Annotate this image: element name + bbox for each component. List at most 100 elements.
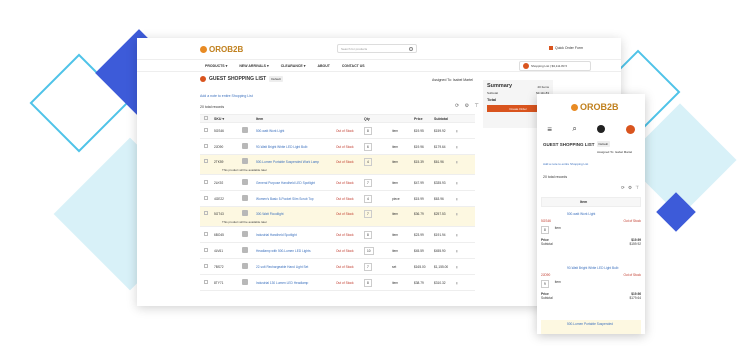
product-thumbnail[interactable] (242, 195, 256, 202)
unit-select[interactable]: piece (392, 197, 414, 201)
cart-icon[interactable] (625, 124, 635, 134)
unit-select[interactable]: item (392, 281, 414, 285)
row-checkbox[interactable] (200, 248, 214, 253)
product-thumbnail[interactable] (242, 210, 256, 217)
product-thumbnail[interactable] (242, 158, 256, 165)
add-note-link[interactable]: Add a note to entire Shopping List (200, 94, 253, 98)
delete-icon[interactable]: ▮ (456, 281, 468, 285)
mobile-logo[interactable]: OROB2B (571, 102, 619, 112)
search-icon[interactable]: ⌕ (572, 124, 576, 134)
product-thumbnail[interactable] (242, 279, 256, 286)
col-subtotal[interactable]: Subtotal (434, 117, 456, 121)
qty-field[interactable]: 4 (364, 194, 392, 203)
mobile-add-note-link[interactable]: Add a note to entire Shopping List (543, 162, 588, 166)
unit-select[interactable]: set (392, 265, 414, 269)
product-thumbnail[interactable] (242, 179, 256, 186)
item-link[interactable]: 300-Watt Floodlight (256, 212, 336, 216)
product-thumbnail[interactable] (242, 127, 256, 134)
qty-input[interactable]: 7 (364, 209, 372, 218)
item-link[interactable]: 500-watt Work Light (256, 129, 336, 133)
product-thumbnail[interactable] (242, 263, 256, 270)
unit-select[interactable]: item (392, 249, 414, 253)
row-checkbox[interactable] (200, 196, 214, 201)
delete-icon[interactable]: ▮ (456, 233, 468, 237)
search-icon[interactable] (409, 47, 413, 51)
item-link[interactable]: Headlamp with 500-Lumen LED Lights (256, 249, 336, 253)
col-item[interactable]: Item (256, 117, 336, 121)
quick-order-link[interactable]: Quick Order Form (548, 46, 583, 50)
logo[interactable]: OROB2B (200, 45, 243, 54)
qty-field[interactable]: 8 (364, 230, 392, 239)
row-checkbox[interactable] (200, 280, 214, 285)
row-checkbox[interactable] (200, 144, 214, 149)
row-checkbox[interactable] (200, 211, 214, 216)
delete-icon[interactable]: ▮ (456, 145, 468, 149)
qty-input[interactable]: 10 (364, 246, 374, 255)
mobile-grid-toolbar-icons[interactable]: ⟳ ⚙ ⊤ (621, 185, 640, 191)
qty-input[interactable]: 7 (364, 178, 372, 187)
item-link[interactable]: 22-volt Rechargeable Hand Light Set (256, 265, 336, 269)
delete-icon[interactable]: ▮ (456, 212, 468, 216)
qty-field[interactable]: 6 (364, 142, 392, 151)
mobile-item-name[interactable]: 500-Lumen Portable Suspended (567, 322, 613, 326)
item-link[interactable]: 90-Watt Bright White LED Light Bulb (256, 145, 336, 149)
qty-input[interactable]: 8 (364, 230, 372, 239)
item-link[interactable]: Women's Basic 5-Pocket Slim Scrub Top (256, 197, 336, 201)
delete-icon[interactable]: ▮ (456, 181, 468, 185)
mobile-item-name[interactable]: 500-watt Work Light (567, 212, 641, 216)
row-checkbox[interactable] (200, 159, 214, 164)
unit-select[interactable]: item (392, 181, 414, 185)
delete-icon[interactable]: ▮ (456, 265, 468, 269)
unit-select[interactable]: item (392, 212, 414, 216)
row-checkbox[interactable] (200, 128, 214, 133)
item-link[interactable]: 500-Lumen Portable Suspended Work Lamp (256, 160, 336, 164)
mobile-unit-select[interactable]: item (555, 226, 561, 234)
product-thumbnail[interactable] (242, 143, 256, 150)
delete-icon[interactable]: ▮ (456, 197, 468, 201)
col-qty[interactable]: Qty (364, 117, 392, 121)
qty-field[interactable]: 7 (364, 262, 392, 271)
row-checkbox[interactable] (200, 264, 214, 269)
nav-new-arrivals[interactable]: NEW ARRIVALS ▾ (239, 64, 268, 68)
item-link[interactable]: Industrial 130 Lumen LED Headlamp (256, 281, 336, 285)
delete-icon[interactable]: ▮ (456, 249, 468, 253)
product-thumbnail[interactable] (242, 247, 256, 254)
product-thumbnail[interactable] (242, 231, 256, 238)
qty-input[interactable]: 7 (364, 262, 372, 271)
qty-field[interactable]: 8 (364, 126, 392, 135)
qty-field[interactable]: 10 (364, 246, 392, 255)
nav-products[interactable]: PRODUCTS ▾ (205, 64, 227, 68)
select-all-checkbox[interactable] (200, 116, 214, 121)
qty-field[interactable]: 8 (364, 278, 392, 287)
qty-input[interactable]: 4 (364, 194, 372, 203)
col-sku[interactable]: SKU ▾ (214, 117, 242, 121)
nav-clearance[interactable]: CLEARANCE ▾ (281, 64, 306, 68)
shopping-list-widget[interactable]: Shopping List | $3,111.83 ▾ (519, 61, 591, 71)
item-link[interactable]: Industrial Handheld Spotlight (256, 233, 336, 237)
qty-input[interactable]: 8 (364, 278, 372, 287)
delete-icon[interactable]: ▮ (456, 160, 468, 164)
mobile-qty-input[interactable]: 8 (541, 226, 549, 234)
grid-toolbar-icons[interactable]: ⟳ ⚙ ⊤ (455, 103, 481, 109)
row-checkbox[interactable] (200, 232, 214, 237)
hamburger-menu-icon[interactable]: ≡ (547, 125, 552, 134)
unit-select[interactable]: item (392, 233, 414, 237)
mobile-item-name[interactable]: 90-Watt Bright White LED Light Bulb (567, 266, 641, 270)
search-input[interactable]: Search for products (337, 44, 417, 53)
qty-field[interactable]: 4 (364, 157, 392, 166)
row-checkbox[interactable] (200, 180, 214, 185)
qty-input[interactable]: 4 (364, 157, 372, 166)
nav-contact-us[interactable]: CONTACT US (342, 64, 365, 68)
nav-about[interactable]: ABOUT (317, 64, 329, 68)
unit-select[interactable]: item (392, 129, 414, 133)
mobile-col-item[interactable]: Item (580, 200, 587, 204)
item-link[interactable]: General Purpose Handheld LED Spotlight (256, 181, 336, 185)
mobile-qty-input[interactable]: 9 (541, 280, 549, 288)
qty-input[interactable]: 8 (364, 126, 372, 135)
account-icon[interactable] (597, 125, 606, 133)
mobile-unit-select[interactable]: item (555, 280, 561, 288)
delete-icon[interactable]: ▮ (456, 129, 468, 133)
qty-field[interactable]: 7 (364, 209, 392, 218)
qty-input[interactable]: 6 (364, 142, 372, 151)
col-price[interactable]: Price (414, 117, 434, 121)
